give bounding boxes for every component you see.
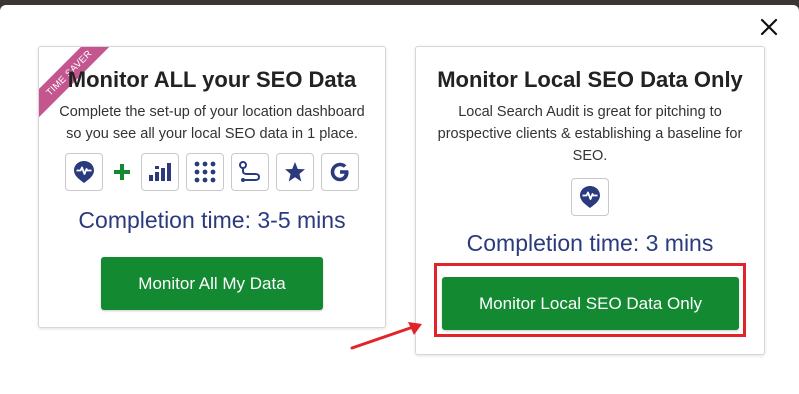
card-description-line1: Local Search Audit is great for pitching… xyxy=(458,104,722,120)
close-button[interactable] xyxy=(755,13,783,41)
card-title: Monitor ALL your SEO Data xyxy=(67,67,357,92)
completion-time: Completion time: 3-5 mins xyxy=(78,207,346,233)
bar-chart-icon xyxy=(141,153,179,191)
monitor-all-card: TIME SAVER Monitor ALL your SEO Data Com… xyxy=(38,46,386,328)
card-title: Monitor Local SEO Data Only xyxy=(437,67,743,92)
star-icon xyxy=(276,153,314,191)
data-sources-icons xyxy=(39,153,385,191)
card-description-line2: so you see all your local SEO data in 1 … xyxy=(66,126,358,142)
card-description-line3: SEO. xyxy=(572,148,608,164)
annotation-arrow-icon xyxy=(350,322,422,350)
completion-time: Completion time: 3 mins xyxy=(466,230,714,256)
close-icon xyxy=(760,18,778,36)
card-description-line2: prospective clients & establishing a bas… xyxy=(437,126,743,142)
plus-icon xyxy=(110,153,134,191)
route-icon xyxy=(231,153,269,191)
location-heartbeat-icon xyxy=(571,178,609,216)
location-heartbeat-icon xyxy=(65,153,103,191)
card-description-line1: Complete the set-up of your location das… xyxy=(59,104,365,120)
google-icon xyxy=(321,153,359,191)
highlight-box xyxy=(434,263,746,337)
grid-dots-icon xyxy=(186,153,224,191)
monitor-all-data-button[interactable]: Monitor All My Data xyxy=(101,257,323,310)
